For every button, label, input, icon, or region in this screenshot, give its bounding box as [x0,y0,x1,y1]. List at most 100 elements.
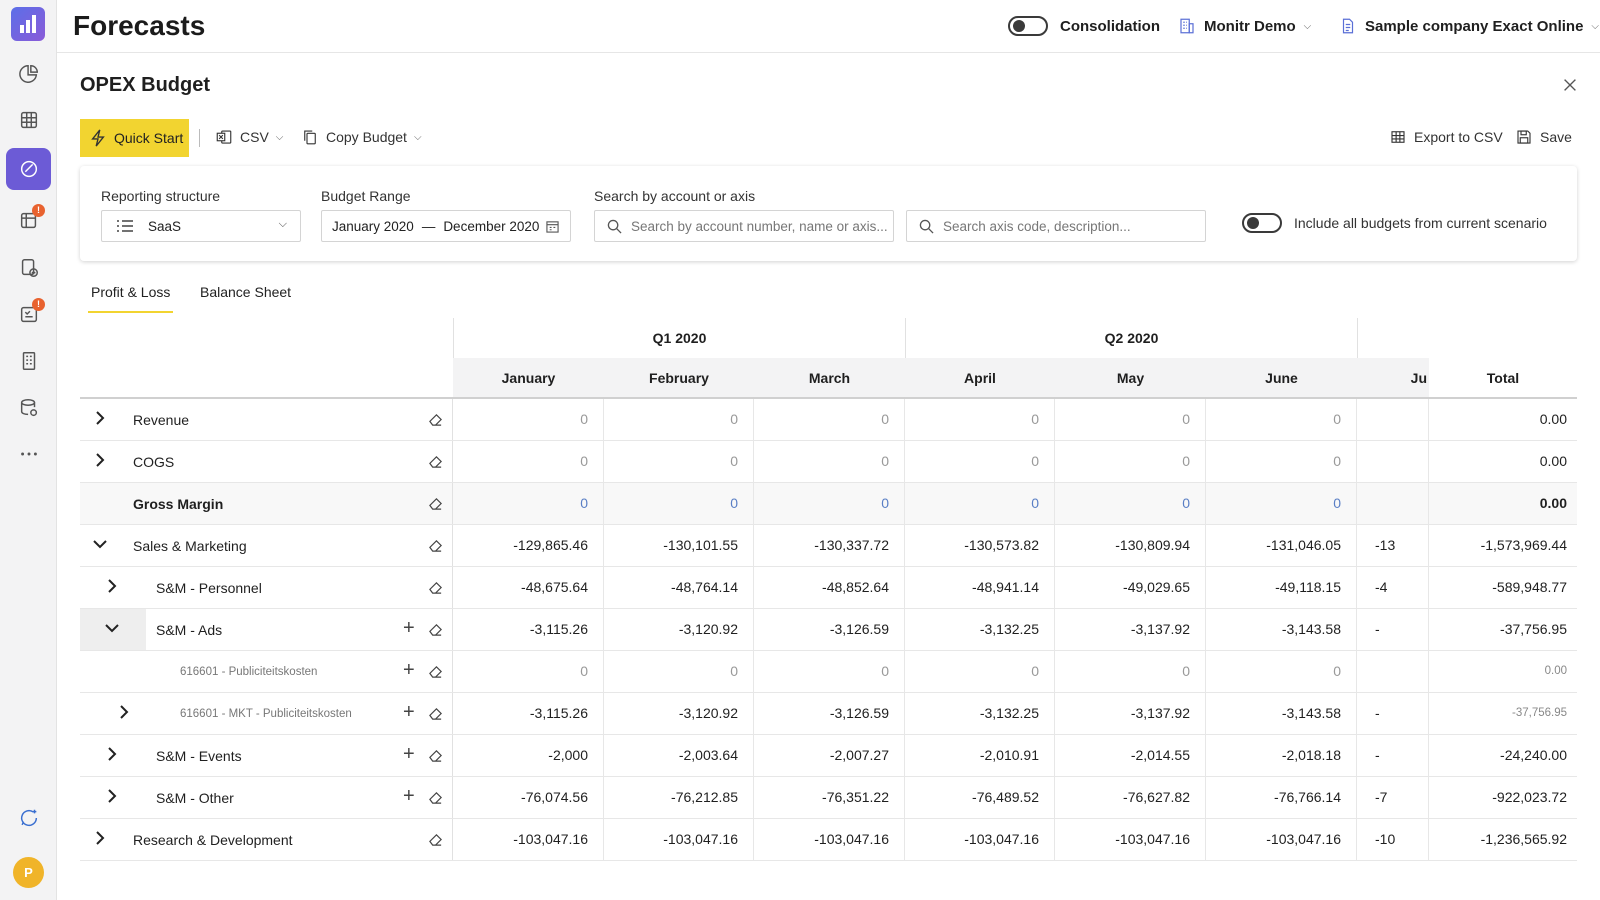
value-cell[interactable]: -130,573.82 [905,525,1055,566]
chevron-right-icon[interactable] [104,578,120,594]
value-cell-partial[interactable]: - [1357,693,1429,734]
tasks-alert-icon[interactable]: ! [6,293,51,335]
add-icon[interactable]: + [403,660,415,680]
eraser-icon[interactable] [428,454,443,469]
value-cell[interactable]: -3,126.59 [754,609,905,650]
value-cell[interactable]: 0 [604,651,754,692]
eraser-icon[interactable] [428,664,443,679]
value-cell[interactable]: -2,003.64 [604,735,754,776]
value-cell[interactable]: -2,007.27 [754,735,905,776]
value-cell[interactable]: -103,047.16 [453,819,604,860]
value-cell[interactable]: -3,137.92 [1055,693,1206,734]
value-cell[interactable]: -3,137.92 [1055,609,1206,650]
chevron-right-icon[interactable] [92,830,108,846]
eraser-icon[interactable] [428,580,443,595]
avatar[interactable]: P [13,857,44,888]
table-grid-icon[interactable] [6,99,51,141]
value-cell[interactable]: 0 [604,399,754,440]
value-cell[interactable]: -3,115.26 [453,609,604,650]
tab-balance-sheet[interactable]: Balance Sheet [200,284,291,300]
value-cell-partial[interactable]: - [1357,609,1429,650]
value-cell[interactable]: -76,489.52 [905,777,1055,818]
search-axis-input[interactable]: Search axis code, description... [906,210,1206,242]
value-cell-partial[interactable]: - [1357,735,1429,776]
include-budgets-toggle[interactable] [1242,213,1282,233]
value-cell[interactable]: -130,809.94 [1055,525,1206,566]
eraser-icon[interactable] [428,412,443,427]
value-cell[interactable]: 0 [754,651,905,692]
add-icon[interactable]: + [403,618,415,638]
value-cell[interactable]: -76,351.22 [754,777,905,818]
eraser-icon[interactable] [428,748,443,763]
value-cell[interactable]: -2,014.55 [1055,735,1206,776]
value-cell[interactable]: -48,764.14 [604,567,754,608]
export-csv-button[interactable]: Export to CSV [1389,128,1503,146]
value-cell[interactable]: 0 [1055,399,1206,440]
value-cell[interactable]: -3,120.92 [604,693,754,734]
value-cell[interactable]: -48,675.64 [453,567,604,608]
eraser-icon[interactable] [428,538,443,553]
dashboard-icon[interactable] [6,53,51,95]
value-cell[interactable]: 0 [1055,651,1206,692]
chevron-right-icon[interactable] [104,788,120,804]
value-cell[interactable]: -48,852.64 [754,567,905,608]
value-cell[interactable]: 0 [754,441,905,482]
chevron-right-icon[interactable] [116,704,132,720]
reporting-structure-select[interactable]: SaaS ⌵ [101,210,301,242]
budget-range-picker[interactable]: January 2020 — December 2020 [321,210,571,242]
value-cell[interactable]: 0 [754,399,905,440]
value-cell[interactable]: -130,337.72 [754,525,905,566]
value-cell[interactable]: -49,029.65 [1055,567,1206,608]
reports-alert-icon[interactable]: ! [6,199,51,241]
value-cell[interactable]: 0 [905,651,1055,692]
chevron-down-icon[interactable] [104,620,120,636]
eraser-icon[interactable] [428,622,443,637]
value-cell[interactable]: -103,047.16 [905,819,1055,860]
value-cell[interactable]: -103,047.16 [1055,819,1206,860]
value-cell[interactable]: 0 [1206,399,1357,440]
building-icon[interactable] [6,340,51,382]
value-cell-partial[interactable]: -10 [1357,819,1429,860]
value-cell[interactable]: 0 [453,399,604,440]
value-cell[interactable]: 0 [1055,441,1206,482]
copy-budget-button[interactable]: Copy Budget ⌵ [301,128,422,146]
value-cell-partial[interactable] [1357,651,1429,692]
value-cell[interactable]: -3,126.59 [754,693,905,734]
eraser-icon[interactable] [428,832,443,847]
forecasts-icon[interactable] [6,148,51,190]
database-settings-icon[interactable] [6,387,51,429]
csv-button[interactable]: CSV ⌵ [215,128,283,146]
value-cell[interactable]: -3,143.58 [1206,693,1357,734]
company-selector[interactable]: Sample company Exact Online ⌵ [1339,17,1599,35]
eraser-icon[interactable] [428,706,443,721]
value-cell[interactable]: 0 [604,441,754,482]
chevron-down-icon[interactable] [92,536,108,552]
value-cell-partial[interactable] [1357,399,1429,440]
save-button[interactable]: Save [1515,128,1572,146]
eraser-icon[interactable] [428,496,443,511]
value-cell[interactable]: 0 [905,399,1055,440]
value-cell-partial[interactable]: -13 [1357,525,1429,566]
value-cell-partial[interactable]: -4 [1357,567,1429,608]
value-cell[interactable]: 0 [1206,441,1357,482]
value-cell[interactable]: -2,000 [453,735,604,776]
value-cell-partial[interactable] [1357,441,1429,482]
value-cell[interactable]: -3,120.92 [604,609,754,650]
value-cell[interactable]: -3,132.25 [905,693,1055,734]
value-cell[interactable]: -2,018.18 [1206,735,1357,776]
consolidation-toggle[interactable] [1008,16,1048,36]
add-icon[interactable]: + [403,702,415,722]
value-cell[interactable]: -130,101.55 [604,525,754,566]
close-icon[interactable] [1561,76,1579,94]
value-cell[interactable]: -76,074.56 [453,777,604,818]
value-cell[interactable]: -3,143.58 [1206,609,1357,650]
value-cell[interactable]: -103,047.16 [604,819,754,860]
value-cell[interactable]: -76,766.14 [1206,777,1357,818]
value-cell[interactable]: -2,010.91 [905,735,1055,776]
value-cell[interactable]: -76,212.85 [604,777,754,818]
add-document-icon[interactable] [6,247,51,289]
chat-sparkle-icon[interactable] [6,797,51,839]
value-cell[interactable]: -3,132.25 [905,609,1055,650]
search-account-input[interactable]: Search by account number, name or axis..… [594,210,894,242]
value-cell[interactable]: 0 [453,441,604,482]
